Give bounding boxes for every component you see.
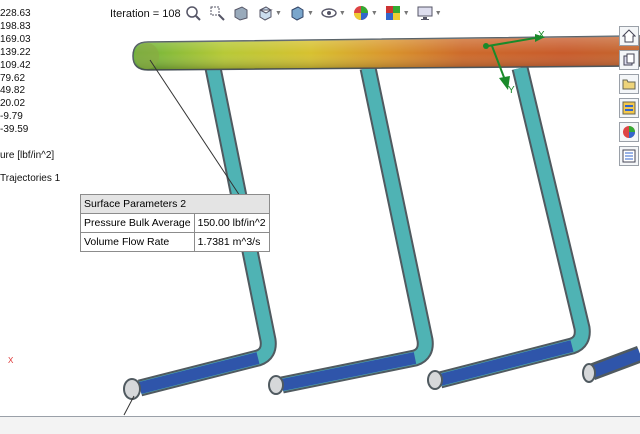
surface-parameters-table: Surface Parameters 2 Pressure Bulk Avera… [80,194,270,252]
trajectories-label: Trajectories 1 [0,173,61,184]
corner-axis-x-label: X [8,356,14,365]
view-orientation-caret-icon[interactable]: ▼ [275,10,282,17]
triad-x-label: X [538,30,545,41]
task-pane-tabs [618,26,640,166]
edit-appearance-caret-icon[interactable]: ▼ [371,10,378,17]
status-strip [0,417,640,434]
view-settings-caret-icon[interactable]: ▼ [435,10,442,17]
legend-value: -9.79 [0,111,23,123]
param-value: 1.7381 m^3/s [193,232,270,252]
table-row: Volume Flow Rate 1.7381 m^3/s [80,232,270,252]
legend-value: 139.22 [0,46,31,58]
parts-icon[interactable] [619,50,639,70]
display-style-icon[interactable] [286,4,308,22]
scene-caret-icon[interactable]: ▼ [403,10,410,17]
legend-value: 109.42 [0,59,31,71]
appearances-icon[interactable] [619,122,639,142]
legend-value: 49.82 [0,85,26,97]
display-style-caret-icon[interactable]: ▼ [307,10,314,17]
edit-appearance-icon[interactable] [350,4,372,22]
header-pipe [132,35,640,71]
legend-value: 169.03 [0,33,31,45]
view-orientation-icon[interactable] [254,4,276,22]
view-palette-icon[interactable] [619,98,639,118]
surface-parameters-title: Surface Parameters 2 [80,194,270,214]
scene-icon[interactable] [382,4,404,22]
heads-up-view-toolbar: ▼ ▼ ▼ ▼ ▼ ▼ [182,3,444,23]
param-value: 150.00 lbf/in^2 [193,213,270,233]
home-icon[interactable] [619,26,639,46]
section-view-icon[interactable] [230,4,252,22]
branch-pipe-3 [427,66,591,390]
folder-icon[interactable] [619,74,639,94]
legend-value: 20.02 [0,98,26,110]
param-label: Pressure Bulk Average [80,213,195,233]
legend-value: -39.59 [0,124,29,136]
custom-properties-icon[interactable] [619,146,639,166]
zoom-area-icon[interactable] [206,4,228,22]
legend-value: 228.63 [0,8,31,19]
param-label: Volume Flow Rate [80,232,195,252]
table-row: Pressure Bulk Average 150.00 lbf/in^2 [80,213,270,233]
iteration-label: Iteration = 108 [110,8,181,20]
branch-pipe-2 [268,66,434,395]
branch-pipe-4 [582,346,640,383]
view-settings-icon[interactable] [414,4,436,22]
legend-value: 198.83 [0,20,31,32]
triad-y-label: Y [508,85,515,96]
hide-show-icon[interactable] [318,4,340,22]
zoom-to-fit-icon[interactable] [182,4,204,22]
legend-value: 79.62 [0,72,26,84]
hide-show-caret-icon[interactable]: ▼ [339,10,346,17]
legend-scale-values: 228.63 198.83 169.03 139.22 109.42 79.62 49.82… [0,8,31,137]
legend-title: ure [lbf/in^2] [0,150,55,161]
